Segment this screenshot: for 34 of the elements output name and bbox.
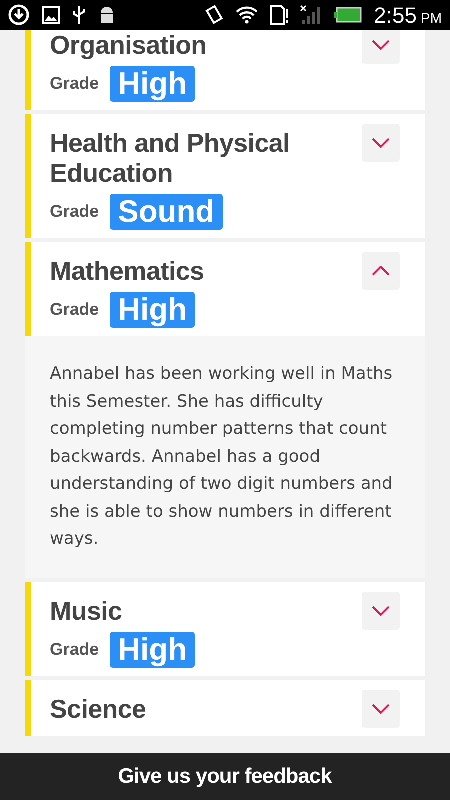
grade-badge: High [110,632,196,668]
expand-button[interactable] [362,690,400,728]
expand-button[interactable] [362,124,400,162]
chevron-down-icon [372,138,390,148]
clock-time: 2:55 [374,2,417,30]
usb-icon [72,5,86,25]
image-icon [42,6,60,24]
expand-button[interactable] [362,592,400,630]
grade-label: Grade [50,201,100,224]
chevron-up-icon [372,266,390,276]
signal-icon [300,5,322,25]
download-icon [8,4,30,26]
subject-title: Health and Physical Education [50,128,291,188]
battery-icon [334,7,362,23]
subject-title: Mathematics [50,256,206,286]
grade-badge: High [110,292,196,328]
chevron-down-icon [372,40,390,50]
collapse-button[interactable] [362,252,400,290]
vibrate-icon [204,5,224,25]
grade-label: Grade [50,639,100,662]
subject-title: Science [50,694,148,724]
grade-badge: High [110,66,196,102]
chevron-down-icon [372,606,390,616]
teacher-comment: Annabel has been working well in Maths this Semester. She has difficulty completing number patterns that count backwards. Annabel has a good understanding of two digit numbers and she is able to show numbers in different ways. [50,363,394,551]
grade-label: Grade [50,73,100,96]
chevron-down-icon [372,704,390,714]
expand-button[interactable] [362,30,400,64]
subject-title: Music [50,596,124,626]
sd-card-icon [270,5,288,25]
grade-badge: Sound [110,194,223,230]
wifi-icon [236,6,258,24]
subject-title: Organisation [50,30,208,60]
clock-meridiem: PM [421,8,442,28]
grade-label: Grade [50,299,100,322]
